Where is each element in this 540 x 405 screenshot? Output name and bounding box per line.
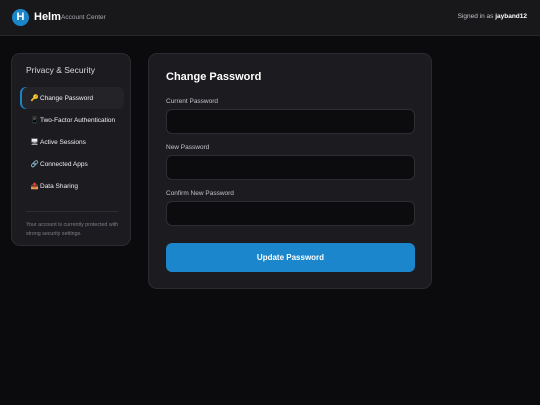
signed-in-indicator: Signed in as jayband12 [458, 13, 527, 20]
signed-in-prefix: Signed in as [457, 13, 494, 20]
sidebar-item-label: Change Password [40, 94, 94, 102]
current-password-label: Current Password [166, 98, 219, 105]
phone-icon: 📱 [30, 117, 39, 124]
page-title: Change Password [166, 71, 262, 83]
sidebar-item-change-password[interactable]: 🔑 Change Password [20, 87, 124, 109]
sidebar-item-two-factor[interactable]: 📱 Two-Factor Authentication [20, 109, 124, 131]
username[interactable]: jayband12 [495, 13, 527, 20]
sidebar-item-connected-apps[interactable]: 🔗 Connected Apps [20, 153, 124, 175]
security-status-note: Your account is currently protected with… [26, 222, 119, 237]
sidebar-item-label: Active Sessions [40, 138, 86, 146]
app-name: Helm [34, 11, 61, 23]
current-password-input[interactable] [166, 109, 415, 134]
key-icon: 🔑 [30, 95, 39, 102]
outbox-icon: 📤 [30, 183, 39, 190]
sidebar-item-label: Connected Apps [40, 160, 88, 168]
confirm-password-input[interactable] [166, 201, 415, 226]
sidebar-title: Privacy & Security [26, 65, 95, 75]
sidebar-divider [26, 211, 118, 212]
sidebar-item-label: Data Sharing [40, 182, 78, 190]
link-icon: 🔗 [30, 161, 39, 168]
sidebar-item-data-sharing[interactable]: 📤 Data Sharing [20, 175, 124, 197]
confirm-password-label: Confirm New Password [166, 190, 234, 197]
update-password-button[interactable]: Update Password [166, 243, 415, 272]
sidebar-item-active-sessions[interactable]: 🖥 Active Sessions [20, 131, 124, 153]
app-subtitle: Account Center [61, 14, 106, 21]
logo-icon[interactable]: H [12, 9, 29, 26]
sidebar-nav: 🔑 Change Password 📱 Two-Factor Authentic… [20, 87, 124, 197]
sidebar-item-label: Two-Factor Authentication [40, 116, 116, 124]
top-bar: H Helm Account Center Signed in as jayba… [0, 0, 540, 36]
sidebar: Privacy & Security 🔑 Change Password 📱 T… [11, 53, 131, 246]
monitor-icon: 🖥 [30, 139, 39, 146]
change-password-card: Change Password Current Password New Pas… [148, 53, 432, 289]
new-password-label: New Password [166, 144, 210, 151]
new-password-input[interactable] [166, 155, 415, 180]
